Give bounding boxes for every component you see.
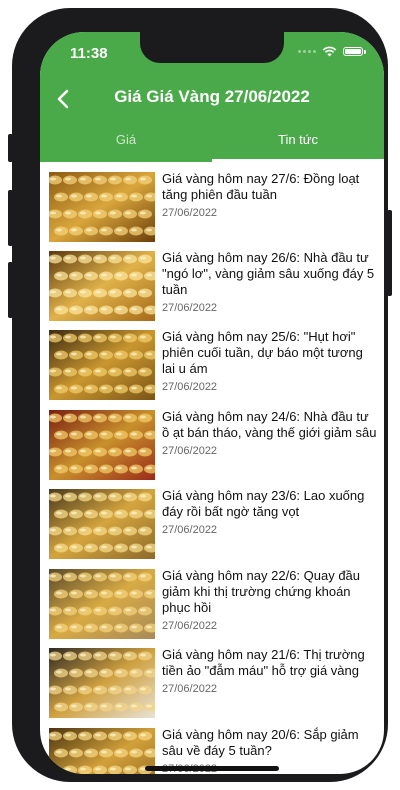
article-thumbnail <box>49 489 155 559</box>
article-thumbnail <box>49 251 155 321</box>
battery-icon <box>343 47 363 56</box>
app-header: 11:38 Giá Giá Vàng 27/06/2022 Giá Tin tứ… <box>40 32 384 162</box>
article-title: Giá vàng hôm nay 23/6: Lao xuống đáy rồi… <box>162 488 377 538</box>
article-thumbnail <box>49 172 155 242</box>
home-indicator[interactable] <box>145 766 279 771</box>
article-thumbnail <box>49 410 155 480</box>
article-title-text: Giá vàng hôm nay 26/6: Nhà đầu tư "ngó l… <box>162 250 375 297</box>
article-title: Giá vàng hôm nay 27/6: Đồng loạt tăng ph… <box>162 171 377 221</box>
article-date: 27/06/2022 <box>162 524 218 536</box>
list-item[interactable]: Giá vàng hôm nay 26/6: Nhà đầu tư "ngó l… <box>49 241 379 321</box>
tab-price[interactable]: Giá <box>40 124 212 162</box>
list-item[interactable]: Giá vàng hôm nay 23/6: Lao xuống đáy rồi… <box>49 479 379 559</box>
article-title-text: Giá vàng hôm nay 27/6: Đồng loạt tăng ph… <box>162 171 360 202</box>
article-title-text: Giá vàng hôm nay 23/6: Lao xuống đáy rồi… <box>162 488 365 519</box>
tab-bar: Giá Tin tức <box>40 124 384 162</box>
list-item[interactable]: Giá vàng hôm nay 22/6: Quay đầu giảm khi… <box>49 559 379 639</box>
article-date: 27/06/2022 <box>162 620 218 632</box>
status-icons <box>298 46 366 57</box>
phone-side-button <box>8 134 13 162</box>
article-title-text: Giá vàng hôm nay 22/6: Quay đầu giảm khi… <box>162 568 361 615</box>
phone-volume-down-button <box>8 262 13 318</box>
article-title-text: Giá vàng hôm nay 24/6: Nhà đầu tư ồ ạt b… <box>162 409 377 440</box>
article-title-text: Giá vàng hôm nay 21/6: Thị trường tiền ả… <box>162 647 365 678</box>
phone-power-button <box>387 210 392 296</box>
signal-icon <box>298 50 316 53</box>
article-title-text: Giá vàng hôm nay 20/6: Sắp giảm sâu về đ… <box>162 727 359 758</box>
article-title: Giá vàng hôm nay 26/6: Nhà đầu tư "ngó l… <box>162 250 377 316</box>
article-thumbnail <box>49 648 155 718</box>
list-item[interactable]: Giá vàng hôm nay 27/6: Đồng loạt tăng ph… <box>49 162 379 242</box>
list-item[interactable]: Giá vàng hôm nay 21/6: Thị trường tiền ả… <box>49 638 379 718</box>
list-item[interactable]: Giá vàng hôm nay 25/6: "Hụt hơi" phiên c… <box>49 320 379 400</box>
article-title-text: Giá vàng hôm nay 25/6: "Hụt hơi" phiên c… <box>162 329 363 376</box>
article-date: 27/06/2022 <box>162 381 218 393</box>
article-date: 27/06/2022 <box>162 683 218 695</box>
article-title: Giá vàng hôm nay 24/6: Nhà đầu tư ồ ạt b… <box>162 409 377 459</box>
article-date: 27/06/2022 <box>162 302 218 314</box>
article-title: Giá vàng hôm nay 25/6: "Hụt hơi" phiên c… <box>162 329 377 395</box>
article-title: Giá vàng hôm nay 21/6: Thị trường tiền ả… <box>162 647 377 697</box>
device-notch <box>140 32 284 63</box>
wifi-icon <box>322 46 337 57</box>
article-date: 27/06/2022 <box>162 207 218 219</box>
phone-volume-up-button <box>8 190 13 246</box>
article-thumbnail <box>49 569 155 639</box>
article-thumbnail <box>49 728 155 774</box>
list-item[interactable]: Giá vàng hôm nay 24/6: Nhà đầu tư ồ ạt b… <box>49 400 379 480</box>
tab-news[interactable]: Tin tức <box>212 124 384 162</box>
article-date: 27/06/2022 <box>162 445 218 457</box>
article-thumbnail <box>49 330 155 400</box>
page-title: Giá Giá Vàng 27/06/2022 <box>114 87 310 106</box>
app-screen: 11:38 Giá Giá Vàng 27/06/2022 Giá Tin tứ… <box>40 32 384 774</box>
battery-cap <box>364 49 366 54</box>
status-time: 11:38 <box>70 45 108 62</box>
article-title: Giá vàng hôm nay 22/6: Quay đầu giảm khi… <box>162 568 377 634</box>
